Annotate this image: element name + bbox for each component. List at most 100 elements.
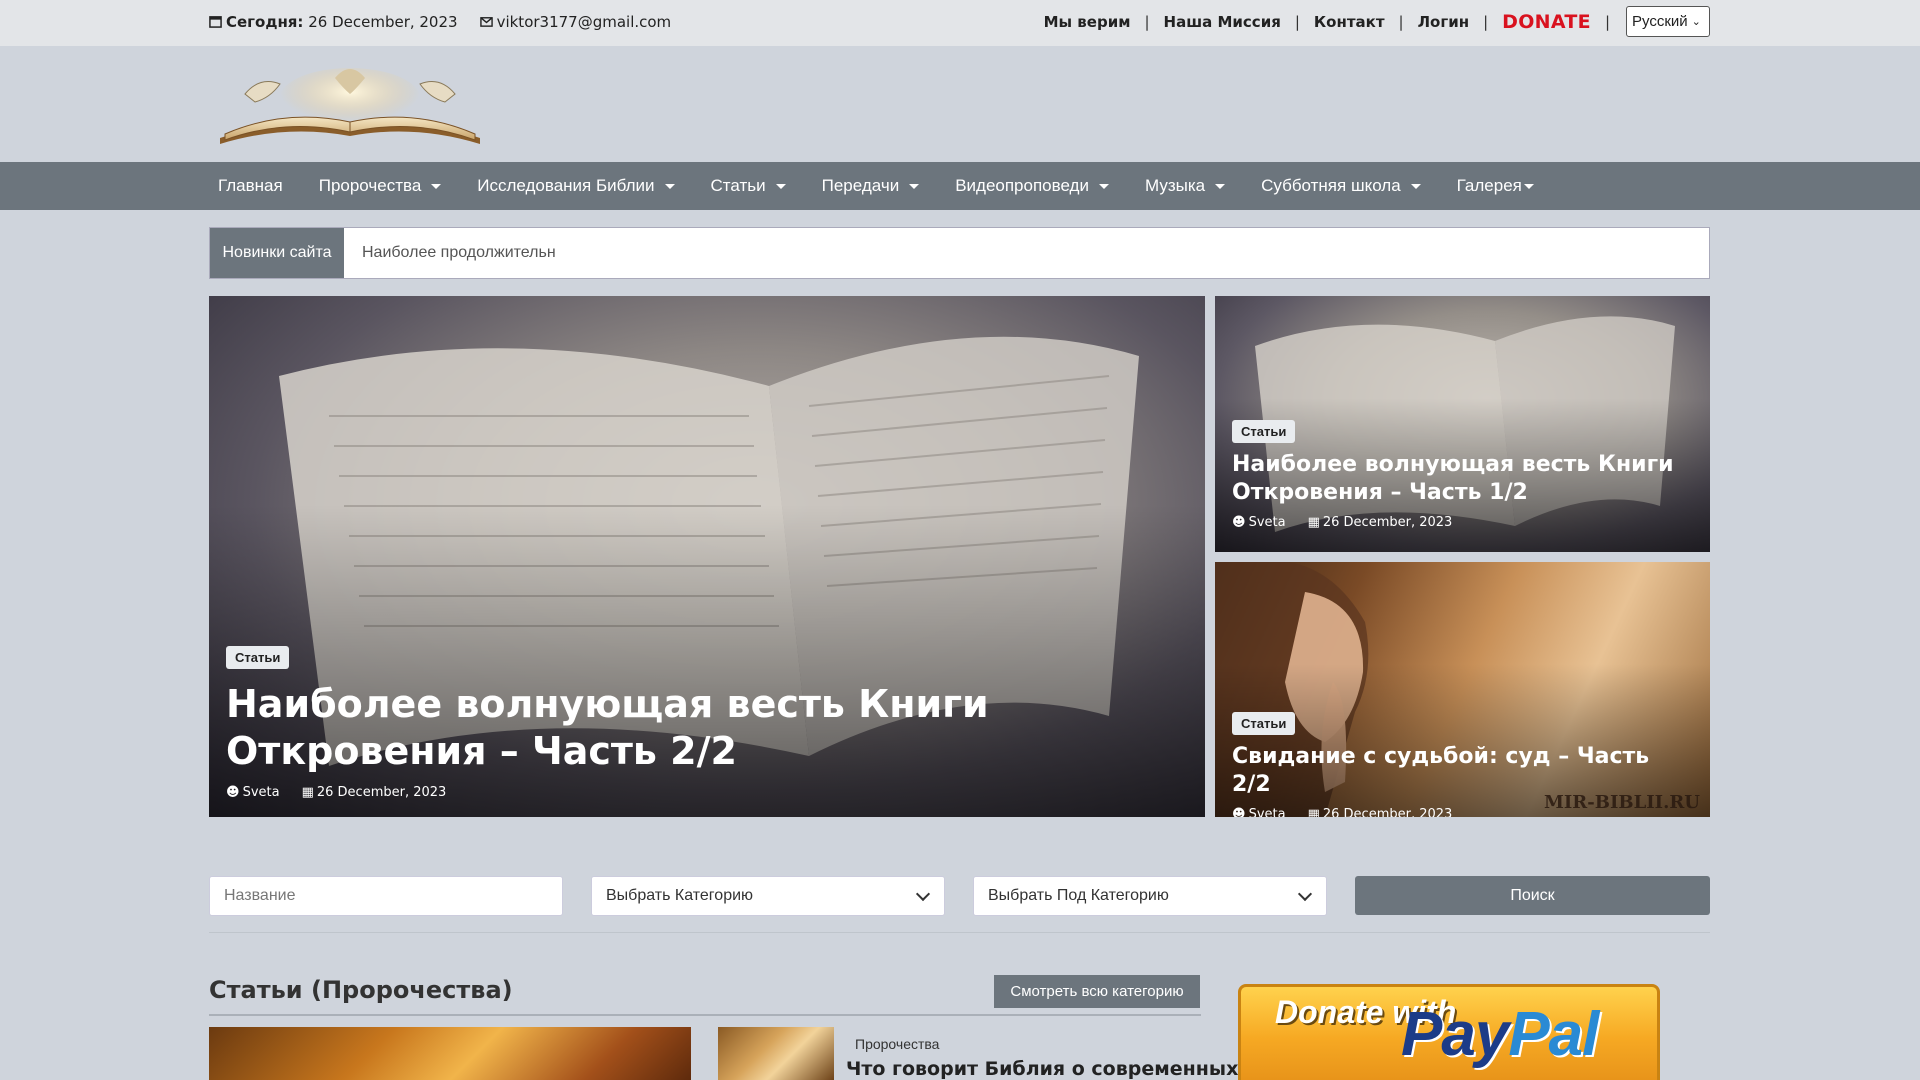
post-info: ☻ Sveta ▦ 26 December, 2023 [226,785,1186,800]
hero-main-title[interactable]: Наиболее волнующая весть Книги Откровени… [226,681,1186,775]
chevron-down-icon [1297,886,1313,902]
section-title: Статьи (Пророчества) [209,976,513,1004]
nav-label: Статьи [710,176,766,195]
category-select[interactable]: Выбрать Категорию [591,876,945,916]
nav-music[interactable]: Музыка [1136,176,1234,196]
category-badge[interactable]: Статьи [1232,712,1296,735]
search-button[interactable]: Поиск [1355,876,1710,915]
language-value: Русский [1632,13,1688,30]
post-category[interactable]: Пророчества [855,1036,939,1052]
nav-label: Музыка [1144,176,1206,195]
nav-label: Главная [218,176,283,195]
chevron-down-icon [915,886,931,902]
watermark: MIR-BIBLII.RU [1543,792,1700,813]
nav-gallery[interactable]: Галерея [1448,176,1543,196]
article-thumbnail[interactable] [718,1027,834,1080]
category-value: Выбрать Категорию [606,887,754,904]
nav-label: Передачи [821,176,900,195]
calendar-icon [209,16,222,28]
paypal-donate-button[interactable]: Donate with PayPal [1238,984,1660,1080]
nav-articles[interactable]: Статьи [702,176,795,196]
nav-label: Галерея [1456,176,1522,195]
site-logo[interactable] [215,58,485,150]
top-bar: Сегодня: 26 December, 2023 viktor3177@gm… [0,0,1920,46]
category-badge[interactable]: Статьи [1232,420,1296,443]
paypal-pal: Pal [1508,1000,1599,1069]
email-info[interactable]: viktor3177@gmail.com [479,13,672,31]
caret-down-icon [1098,183,1109,189]
date: ▦ 26 December, 2023 [1308,515,1453,530]
nav-home[interactable]: Главная [209,176,292,196]
user-icon: ☻ [1232,807,1246,817]
separator: | [1144,12,1150,31]
paypal-pay: Pay [1401,1000,1509,1069]
user-icon: ☻ [1232,515,1246,530]
nav-sabbath-school[interactable]: Субботняя школа [1252,176,1430,196]
separator: | [1604,12,1610,31]
name-placeholder: Название [224,887,296,904]
hero-main-meta: Статьи Наиболее волнующая весть Книги От… [226,646,1186,800]
login-link[interactable]: Логин [1418,13,1469,31]
name-input[interactable]: Название [209,876,563,916]
envelope-icon [479,17,493,27]
ticker-label: Новинки сайта [210,228,344,278]
hero-side-title[interactable]: Наиболее волнующая весть Книги Откровени… [1232,451,1692,507]
contact-link[interactable]: Контакт [1314,13,1385,31]
hero-side-card[interactable]: Статьи Наиболее волнующая весть Книги От… [1215,296,1710,552]
ticker-text[interactable]: Наиболее продолжительн [344,228,556,278]
nav-label: Субботняя школа [1261,176,1401,195]
caret-down-icon [431,183,442,189]
calendar-icon: ▦ [1307,807,1320,817]
post-date: 26 December, 2023 [316,785,447,800]
author-name: Sveta [1248,515,1286,530]
calendar-icon: ▦ [1307,515,1320,530]
nav-bible-studies[interactable]: Исследования Библии [468,176,683,196]
post-title[interactable]: Что говорит Библия о современных [846,1058,1238,1080]
language-select[interactable]: Русский ⌄ [1626,6,1710,37]
subcategory-value: Выбрать Под Категорию [988,887,1169,904]
post-date: 26 December, 2023 [1322,515,1453,530]
news-ticker: Новинки сайта Наиболее продолжительн [209,227,1710,279]
email-link[interactable]: viktor3177@gmail.com [497,13,672,31]
author: ☻ Sveta [1232,807,1286,817]
hero-main-card[interactable]: Статьи Наиболее волнующая весть Книги От… [209,296,1205,817]
divider [209,932,1710,933]
our-mission-link[interactable]: Наша Миссия [1164,13,1281,31]
chevron-down-icon: ⌄ [1691,16,1701,28]
subcategory-select[interactable]: Выбрать Под Категорию [973,876,1327,916]
separator: | [1398,12,1404,31]
date: ▦ 26 December, 2023 [302,785,447,800]
main-nav: Главная Пророчества Исследования Библии … [0,162,1920,210]
paypal-logo: PayPal [1401,999,1599,1070]
author: ☻ Sveta [1232,515,1286,530]
post-info: ☻ Sveta ▦ 26 December, 2023 [1232,515,1692,530]
author-name: Sveta [1248,807,1286,817]
nav-video-sermons[interactable]: Видеопроповеди [946,176,1118,196]
hero-side-title[interactable]: Свидание с судьбой: суд – Часть 2/2 [1232,743,1692,799]
caret-down-icon [909,183,920,189]
view-category-button[interactable]: Смотреть всю категорию [994,975,1200,1008]
user-icon: ☻ [226,785,240,800]
article-thumbnail[interactable] [209,1027,691,1080]
today-info: Сегодня: 26 December, 2023 [209,13,458,31]
hero-side-card[interactable]: Статьи Свидание с судьбой: суд – Часть 2… [1215,562,1710,817]
nav-label: Видеопроповеди [955,176,1089,195]
donate-link[interactable]: DONATE [1502,11,1591,33]
author: ☻ Sveta [226,785,280,800]
caret-down-icon [775,183,786,189]
nav-label: Пророчества [318,176,422,195]
we-believe-link[interactable]: Мы верим [1044,13,1131,31]
nav-prophecies[interactable]: Пророчества [310,176,451,196]
caret-down-icon [1215,183,1226,189]
separator: | [1483,12,1489,31]
today-label: Сегодня: [226,13,304,31]
category-badge[interactable]: Статьи [226,646,290,669]
nav-broadcasts[interactable]: Передачи [813,176,929,196]
date: ▦ 26 December, 2023 [1308,807,1453,817]
post-date: 26 December, 2023 [1322,807,1453,817]
nav-label: Исследования Библии [477,176,655,195]
author-name: Sveta [242,785,280,800]
section-underline [209,1014,1201,1016]
calendar-icon: ▦ [301,785,314,800]
caret-down-icon [1523,183,1534,189]
